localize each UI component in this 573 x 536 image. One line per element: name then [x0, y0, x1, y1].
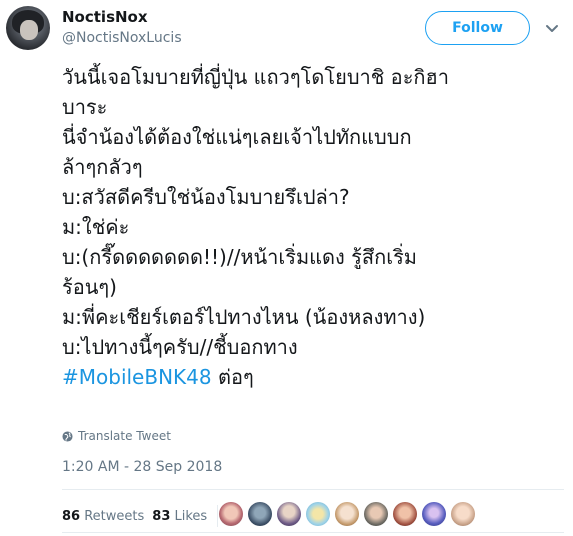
globe-icon: [62, 430, 73, 442]
likes-stat[interactable]: 83 Likes: [152, 509, 207, 524]
liker-avatar[interactable]: [451, 502, 475, 526]
tweet-line: บ:(กรี๊ดดดดดดด!!)//หน้าเริ่มแดง รู้สึกเร…: [62, 245, 417, 269]
tweet-line: บาระ: [62, 95, 108, 119]
chevron-down-icon[interactable]: [545, 21, 559, 35]
tweet-line: บ:ไปทางนี้ๆครับ//ชี้บอกทาง: [62, 335, 298, 359]
liker-avatars: [219, 502, 475, 526]
tweet-line: วันนี้เจอโมบายที่ญี่ปุ่น แถวๆโดโยบาชิ อะ…: [62, 65, 449, 89]
tweet-line: ม:พี่คะเชียร์เตอร์ไปทางไหน (น้องหลงทาง): [62, 305, 426, 329]
translate-tweet-link[interactable]: Translate Tweet: [62, 429, 171, 443]
divider: [62, 532, 564, 533]
liker-avatar[interactable]: [364, 502, 388, 526]
retweets-count: 86: [62, 508, 81, 524]
retweets-stat[interactable]: 86 Retweets: [62, 509, 144, 524]
liker-avatar[interactable]: [306, 502, 330, 526]
liker-avatar[interactable]: [422, 502, 446, 526]
translate-label[interactable]: Translate Tweet: [78, 429, 171, 443]
hashtag-suffix: ต่อๆ: [211, 365, 254, 389]
liker-avatar[interactable]: [248, 502, 272, 526]
likes-label: Likes: [174, 508, 208, 524]
tweet-line: ล้าๆกลัวๆ: [62, 155, 143, 179]
liker-avatar[interactable]: [277, 502, 301, 526]
tweet-line-last: #MobileBNK48 ต่อๆ: [62, 362, 562, 392]
liker-avatar[interactable]: [393, 502, 417, 526]
follow-button[interactable]: Follow: [425, 11, 530, 45]
likes-count: 83: [152, 508, 171, 524]
liker-avatar[interactable]: [335, 502, 359, 526]
tweet-stats: 86 Retweets 83 Likes: [62, 505, 228, 527]
liker-avatar[interactable]: [219, 502, 243, 526]
user-handle[interactable]: @NoctisNoxLucis: [62, 30, 182, 46]
tweet-line: ม:ใช่ค่ะ: [62, 215, 130, 239]
tweet-line: นี่จำน้องได้ต้องใช่แน่ๆเลยเจ้าไปทักแบบก: [62, 125, 412, 149]
divider: [62, 489, 564, 490]
tweet-text: วันนี้เจอโมบายที่ญี่ปุ่น แถวๆโดโยบาชิ อะ…: [62, 62, 562, 392]
tweet-line: ร้อนๆ): [62, 275, 117, 299]
tweet-card: NoctisNox @NoctisNoxLucis Follow วันนี้เ…: [0, 0, 573, 536]
tweet-line: บ:สวัสดีครีบใช่น้องโมบายรึเปล่า?: [62, 185, 350, 209]
tweet-timestamp[interactable]: 1:20 AM - 28 Sep 2018: [62, 459, 222, 475]
retweets-label: Retweets: [84, 508, 145, 524]
avatar[interactable]: [6, 6, 50, 50]
avatar-face: [20, 20, 38, 40]
display-name[interactable]: NoctisNox: [62, 8, 148, 26]
hashtag-link[interactable]: #MobileBNK48: [62, 365, 212, 389]
